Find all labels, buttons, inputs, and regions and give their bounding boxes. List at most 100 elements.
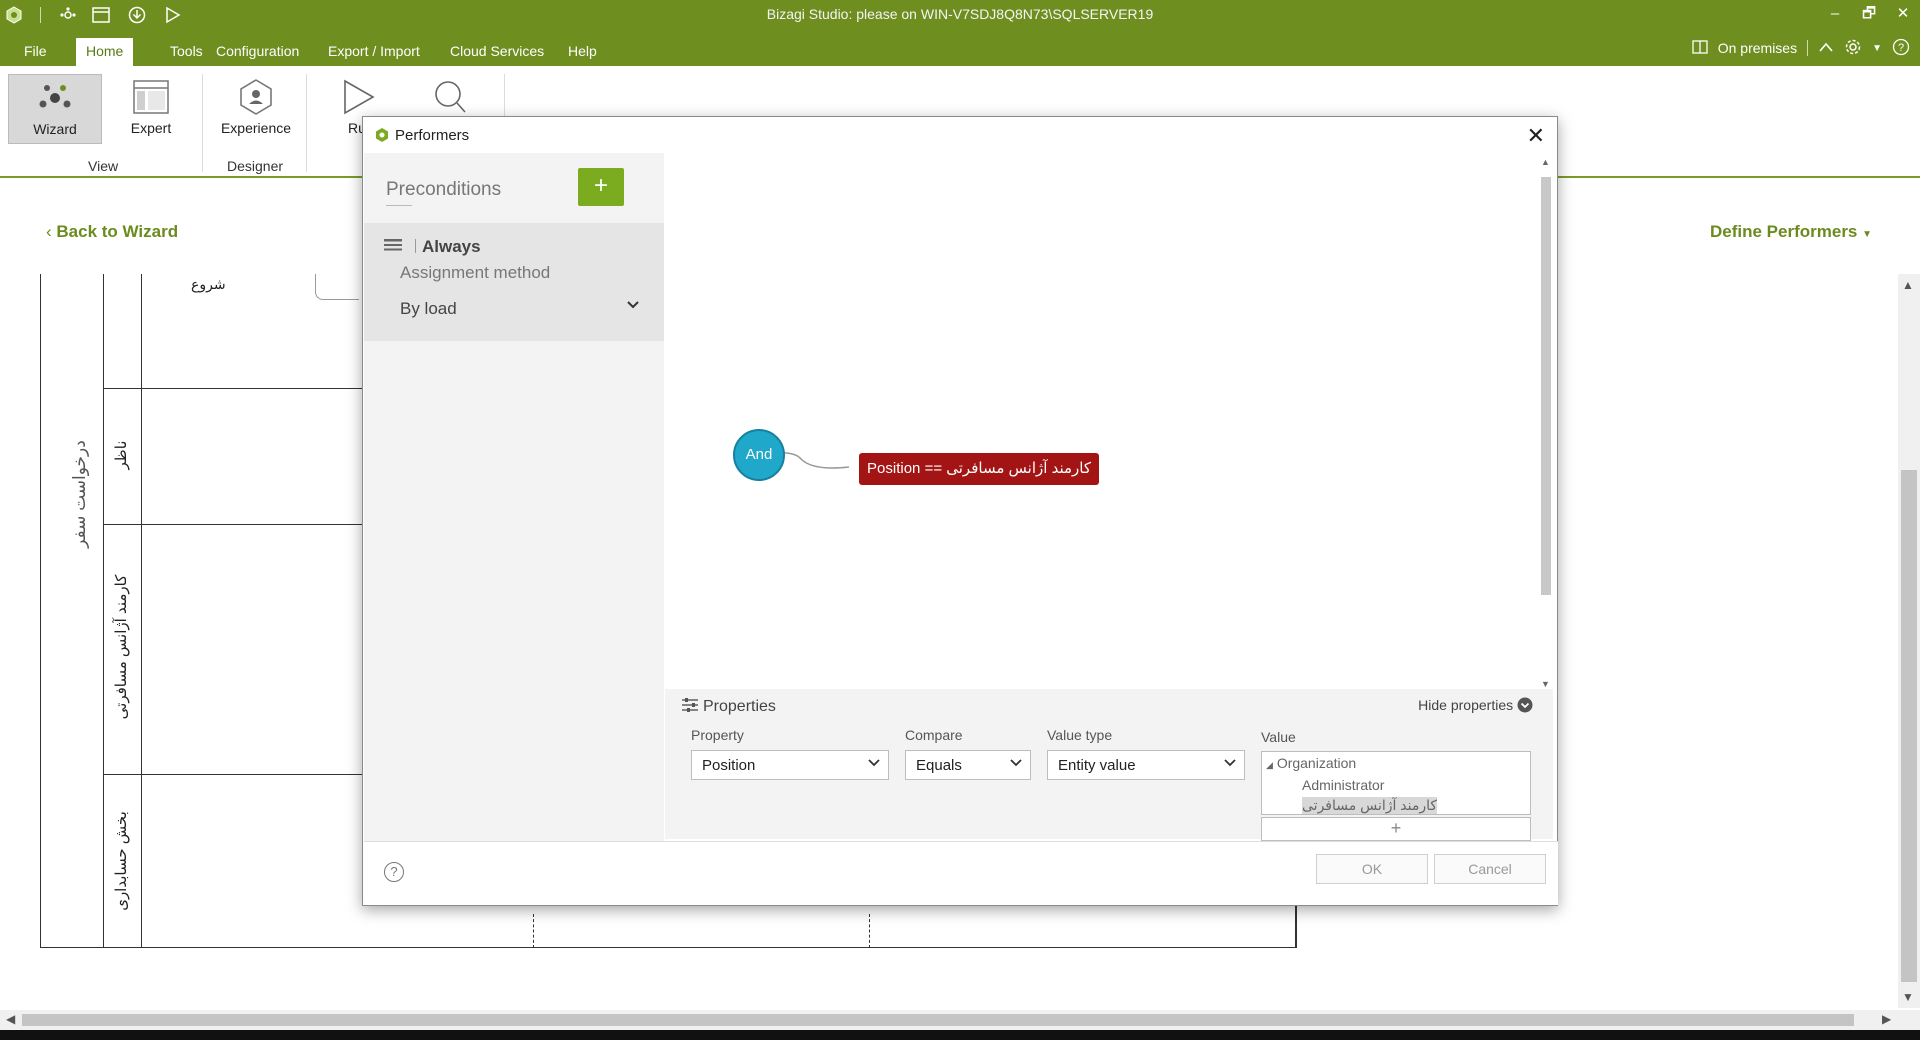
precondition-label: Always [422,237,481,256]
scroll-down-icon[interactable]: ▼ [1541,679,1550,689]
lane-divider [141,274,142,948]
value-tree[interactable]: ◢ Organization Administrator کارمند آژان… [1261,751,1531,815]
expert-label: Expert [130,120,172,136]
experience-label: Experience [220,120,292,136]
value-type-select[interactable]: Entity value [1047,750,1245,780]
scroll-up-icon[interactable]: ▲ [1541,157,1550,167]
dialog-close-button[interactable]: ✕ [1527,123,1545,149]
horizontal-scrollbar[interactable]: ◀ ▶ [0,1010,1920,1030]
server-icon [1692,39,1708,57]
milestone-line [869,914,870,948]
dialog-logo-icon [375,127,389,143]
help-icon[interactable]: ? [384,862,404,882]
ribbon-group-designer: Designer [227,158,284,174]
expert-button[interactable]: Expert [104,74,198,144]
chevron-down-icon [1224,755,1236,771]
pool-label: درخواست سفر [70,440,89,548]
vertical-scrollbar[interactable]: ▲ ▼ [1898,274,1920,1008]
assignment-method-label: Assignment method [400,263,551,282]
menu-file[interactable]: File [14,38,57,66]
assignment-method-value: By load [400,299,457,318]
assignment-method-select[interactable]: By load [400,299,640,319]
properties-title: Properties [703,698,776,715]
tree-node-selected[interactable]: کارمند آژانس مسافرتی [1302,797,1438,814]
menu-help[interactable]: Help [558,38,607,66]
help-icon[interactable]: ? [1892,38,1910,59]
tree-node-organization[interactable]: ◢ Organization [1266,755,1356,771]
menu-cloud-services[interactable]: Cloud Services [440,38,554,66]
menu-export-import[interactable]: Export / Import [318,38,430,66]
lane-label: بخش حسابداری [113,811,130,911]
preconditions-pane: Preconditions + Always Assignment method… [364,153,664,841]
expert-icon [104,74,198,120]
dialog-footer: ? OK Cancel [364,841,1558,905]
chevron-down-icon [626,297,640,315]
hide-properties-label: Hide properties [1418,697,1514,713]
add-precondition-button[interactable]: + [578,168,624,206]
back-to-wizard-link[interactable]: ‹ Back to Wizard [46,222,178,242]
scrollbar-thumb[interactable] [1901,470,1917,982]
preconditions-title: Preconditions [386,179,502,200]
scroll-down-icon[interactable]: ▼ [1902,990,1914,1004]
compare-select[interactable]: Equals [905,750,1031,780]
scroll-left-icon[interactable]: ◀ [6,1012,15,1026]
property-label: Property [691,727,744,743]
precondition-item[interactable]: Always Assignment method By load [364,223,664,341]
wizard-icon [9,75,101,121]
taskbar [0,1030,1920,1040]
deployment-mode[interactable]: On premises [1718,40,1797,56]
ribbon-group-view: View [88,158,119,174]
menu-configuration[interactable]: Configuration [206,38,309,66]
sliders-icon [681,697,699,718]
menu-tools[interactable]: Tools [160,38,213,66]
graph-scrollbar[interactable]: ▲ ▼ [1537,157,1553,691]
caret-down-icon: ▼ [1862,229,1873,240]
scroll-up-icon[interactable]: ▲ [1902,278,1914,292]
dialog-title: Performers [395,126,470,144]
menubar-right: On premises ▼ ? [1692,30,1910,66]
condition-list-icon [384,238,402,255]
pool-divider [103,274,104,948]
close-button[interactable]: ✕ [1886,0,1920,30]
hide-properties-button[interactable]: Hide properties [1418,697,1533,716]
experience-button[interactable]: Experience [206,74,306,144]
separator [415,239,416,253]
chevron-down-icon[interactable]: ▼ [1872,43,1882,54]
hscrollbar-thumb[interactable] [22,1014,1854,1026]
ok-button[interactable]: OK [1316,854,1428,884]
settings-gear-icon[interactable] [1844,38,1862,59]
chevron-down-icon [1010,755,1022,771]
properties-panel: Properties Hide properties Property Posi… [665,689,1553,841]
add-value-button[interactable]: + [1261,817,1531,841]
tree-node-label: Organization [1276,755,1357,771]
graph-canvas [758,452,850,469]
lane-label: کارمند آژانس مسافرتی [113,574,130,720]
minimize-button[interactable]: – [1818,0,1852,30]
collapse-circle-icon [1517,697,1533,716]
restore-button[interactable]: 🗗 [1852,0,1886,30]
dialog-title-bar: Performers [363,117,1557,153]
scroll-right-icon[interactable]: ▶ [1882,1012,1891,1026]
wizard-label: Wizard [33,121,77,137]
experience-icon [206,74,306,120]
tree-node-administrator[interactable]: Administrator [1302,777,1384,793]
cancel-button[interactable]: Cancel [1434,854,1546,884]
chevron-down-icon [868,755,880,771]
rule-node[interactable]: Position == کارمند آژانس مسافرتی [859,453,1099,485]
search-icon [410,74,490,120]
ribbon-separator [202,74,203,172]
and-node[interactable]: And [733,429,785,481]
ribbon-separator [306,74,307,172]
wizard-button[interactable]: Wizard [8,74,102,144]
value-type-label: Value type [1047,727,1113,743]
property-select[interactable]: Position [691,750,889,780]
run-play-icon [312,74,402,120]
property-value: Position [702,757,756,774]
graph-scrollbar-thumb[interactable] [1541,177,1551,595]
define-performers-dropdown[interactable]: Define Performers ▼ [1710,222,1872,242]
collapse-ribbon-icon[interactable] [1818,40,1834,56]
menu-home[interactable]: Home [76,38,134,66]
window-title: Bizagi Studio: please on WIN-V7SDJ8Q8N73… [766,6,1154,22]
tree-expanded-icon: ◢ [1266,760,1273,770]
milestone-line [533,914,534,948]
